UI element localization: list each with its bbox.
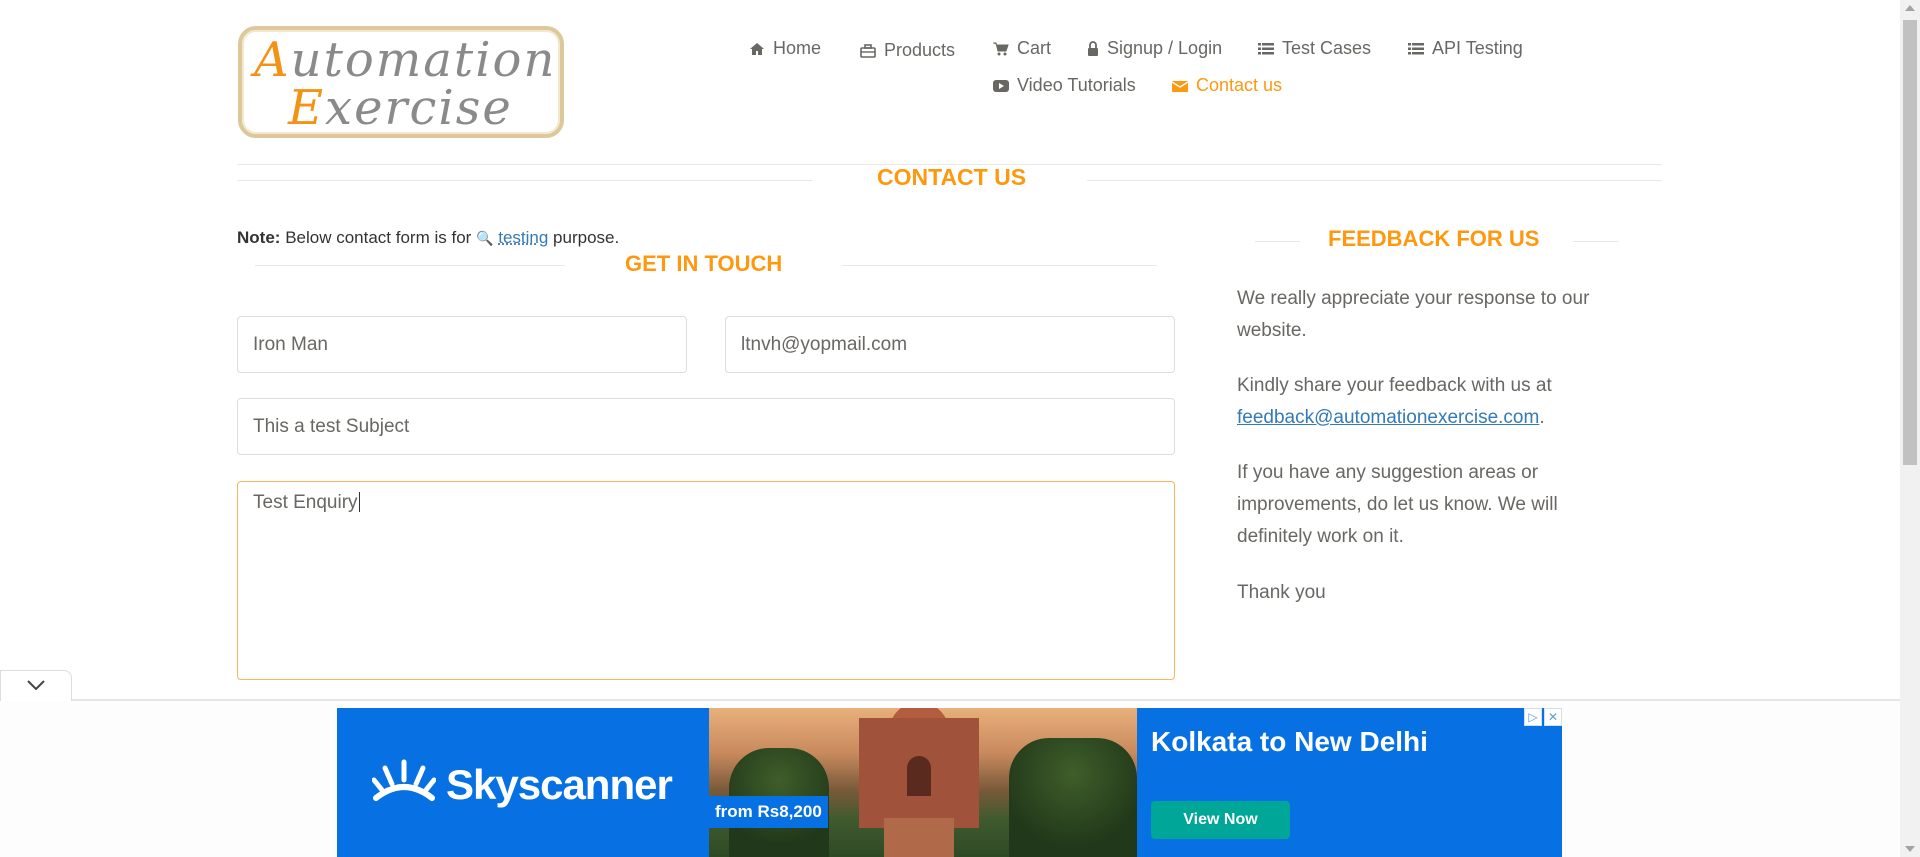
lock-icon — [1087, 40, 1099, 57]
logo-initial-a: A — [254, 32, 291, 88]
skyscanner-logo: Skyscanner — [371, 758, 673, 812]
nav-signup-login-label: Signup / Login — [1107, 38, 1223, 58]
ad-photo-path — [884, 818, 954, 857]
ad-view-now-button[interactable]: View Now — [1151, 801, 1290, 839]
title-line-left — [237, 180, 812, 181]
logo-initial-e: E — [288, 80, 326, 136]
get-in-touch-heading: GET IN TOUCH — [625, 251, 783, 276]
ad-photo-arch — [907, 756, 931, 796]
subject-input[interactable]: This a test Subject — [237, 398, 1175, 455]
nav-test-cases-label: Test Cases — [1282, 38, 1372, 58]
youtube-icon — [993, 78, 1009, 94]
sunrise-icon — [371, 758, 437, 812]
form-note: Note: Below contact form is for 🔍 testin… — [237, 228, 619, 248]
ad-route: Kolkata to New Delhi — [1151, 726, 1428, 757]
note-label: Note: — [237, 228, 281, 247]
message-textarea[interactable]: Test Enquiry — [237, 481, 1175, 680]
email-input[interactable]: ltnvh@yopmail.com — [725, 316, 1175, 373]
nav-video-tutorials[interactable]: Video Tutorials — [993, 75, 1136, 96]
nav-api-testing-label: API Testing — [1432, 38, 1523, 58]
scroll-up-arrow-icon[interactable] — [1905, 5, 1915, 11]
nav-home[interactable]: Home — [749, 38, 821, 59]
skyscanner-ad-banner[interactable]: Skyscanner from Rs8,200 Kolkata to New D… — [337, 708, 1562, 857]
ad-controls: ▷ ✕ — [1524, 708, 1562, 726]
feedback-email-link[interactable]: feedback@automationexercise.com — [1237, 407, 1539, 428]
logo-line-2: Exercise — [288, 80, 513, 136]
ad-collapse-button[interactable] — [0, 670, 72, 701]
nav-contact-us-label: Contact us — [1196, 75, 1283, 95]
feedback-paragraph-3: If you have any suggestion areas or impr… — [1237, 462, 1558, 547]
subject-input-value: This a test Subject — [253, 415, 410, 437]
cart-icon — [993, 41, 1009, 57]
list-icon — [1408, 41, 1424, 57]
note-text: Below contact form is for — [285, 228, 472, 247]
nav-cart[interactable]: Cart — [993, 38, 1051, 59]
nav-contact-us[interactable]: Contact us — [1172, 75, 1282, 96]
feedback-paragraph-2-text: Kindly share your feedback with us at — [1237, 375, 1552, 396]
site-logo[interactable]: Automation Exercise — [238, 26, 564, 138]
envelope-icon — [1172, 78, 1188, 94]
nav-api-testing[interactable]: API Testing — [1408, 38, 1523, 59]
skyscanner-brand-text: Skyscanner — [446, 761, 673, 808]
nav-test-cases[interactable]: Test Cases — [1258, 38, 1371, 59]
adchoices-icon[interactable]: ▷ — [1524, 708, 1542, 726]
get-in-touch-line-right — [842, 265, 1157, 266]
feedback-paragraph-2-end: . — [1539, 407, 1545, 428]
title-line-right — [1087, 180, 1662, 181]
ad-destination-photo — [709, 708, 1137, 857]
feedback-line-left — [1255, 241, 1300, 242]
page-scrollbar[interactable] — [1900, 0, 1920, 857]
close-icon[interactable]: ✕ — [1544, 708, 1562, 726]
feedback-paragraph-4: Thank you — [1237, 582, 1326, 603]
nav-products[interactable]: Products — [860, 40, 955, 61]
get-in-touch-line-left — [255, 265, 565, 266]
ad-photo-trees-right — [1009, 738, 1137, 857]
ad-price: from Rs8,200 — [709, 796, 828, 828]
nav-home-label: Home — [773, 38, 822, 58]
logo-word-exercise: xercise — [325, 80, 513, 136]
testing-link[interactable]: testing — [498, 228, 548, 247]
magnifier-icon: 🔍 — [476, 230, 494, 246]
note-text-end: purpose. — [553, 228, 620, 247]
list-icon — [1258, 41, 1274, 57]
feedback-paragraph-2: Kindly share your feedback with us at fe… — [1237, 370, 1637, 434]
feedback-paragraph-1: We really appreciate your response to ou… — [1237, 288, 1590, 341]
chevron-down-icon — [27, 677, 45, 695]
message-textarea-value: Test Enquiry — [253, 492, 358, 513]
feedback-heading: FEEDBACK FOR US — [1328, 226, 1540, 251]
email-input-value: ltnvh@yopmail.com — [741, 333, 908, 355]
briefcase-icon — [860, 43, 876, 59]
page-title: CONTACT US — [877, 164, 1027, 190]
name-input[interactable]: Iron Man — [237, 316, 687, 373]
nav-signup-login[interactable]: Signup / Login — [1087, 38, 1222, 59]
nav-cart-label: Cart — [1017, 38, 1052, 58]
feedback-line-right — [1573, 241, 1618, 242]
name-input-value: Iron Man — [253, 333, 328, 355]
scroll-down-arrow-icon[interactable] — [1905, 846, 1915, 852]
text-caret — [358, 492, 360, 512]
home-icon — [749, 41, 765, 57]
nav-products-label: Products — [884, 40, 956, 60]
scrollbar-thumb[interactable] — [1903, 20, 1917, 465]
nav-video-tutorials-label: Video Tutorials — [1017, 75, 1136, 95]
